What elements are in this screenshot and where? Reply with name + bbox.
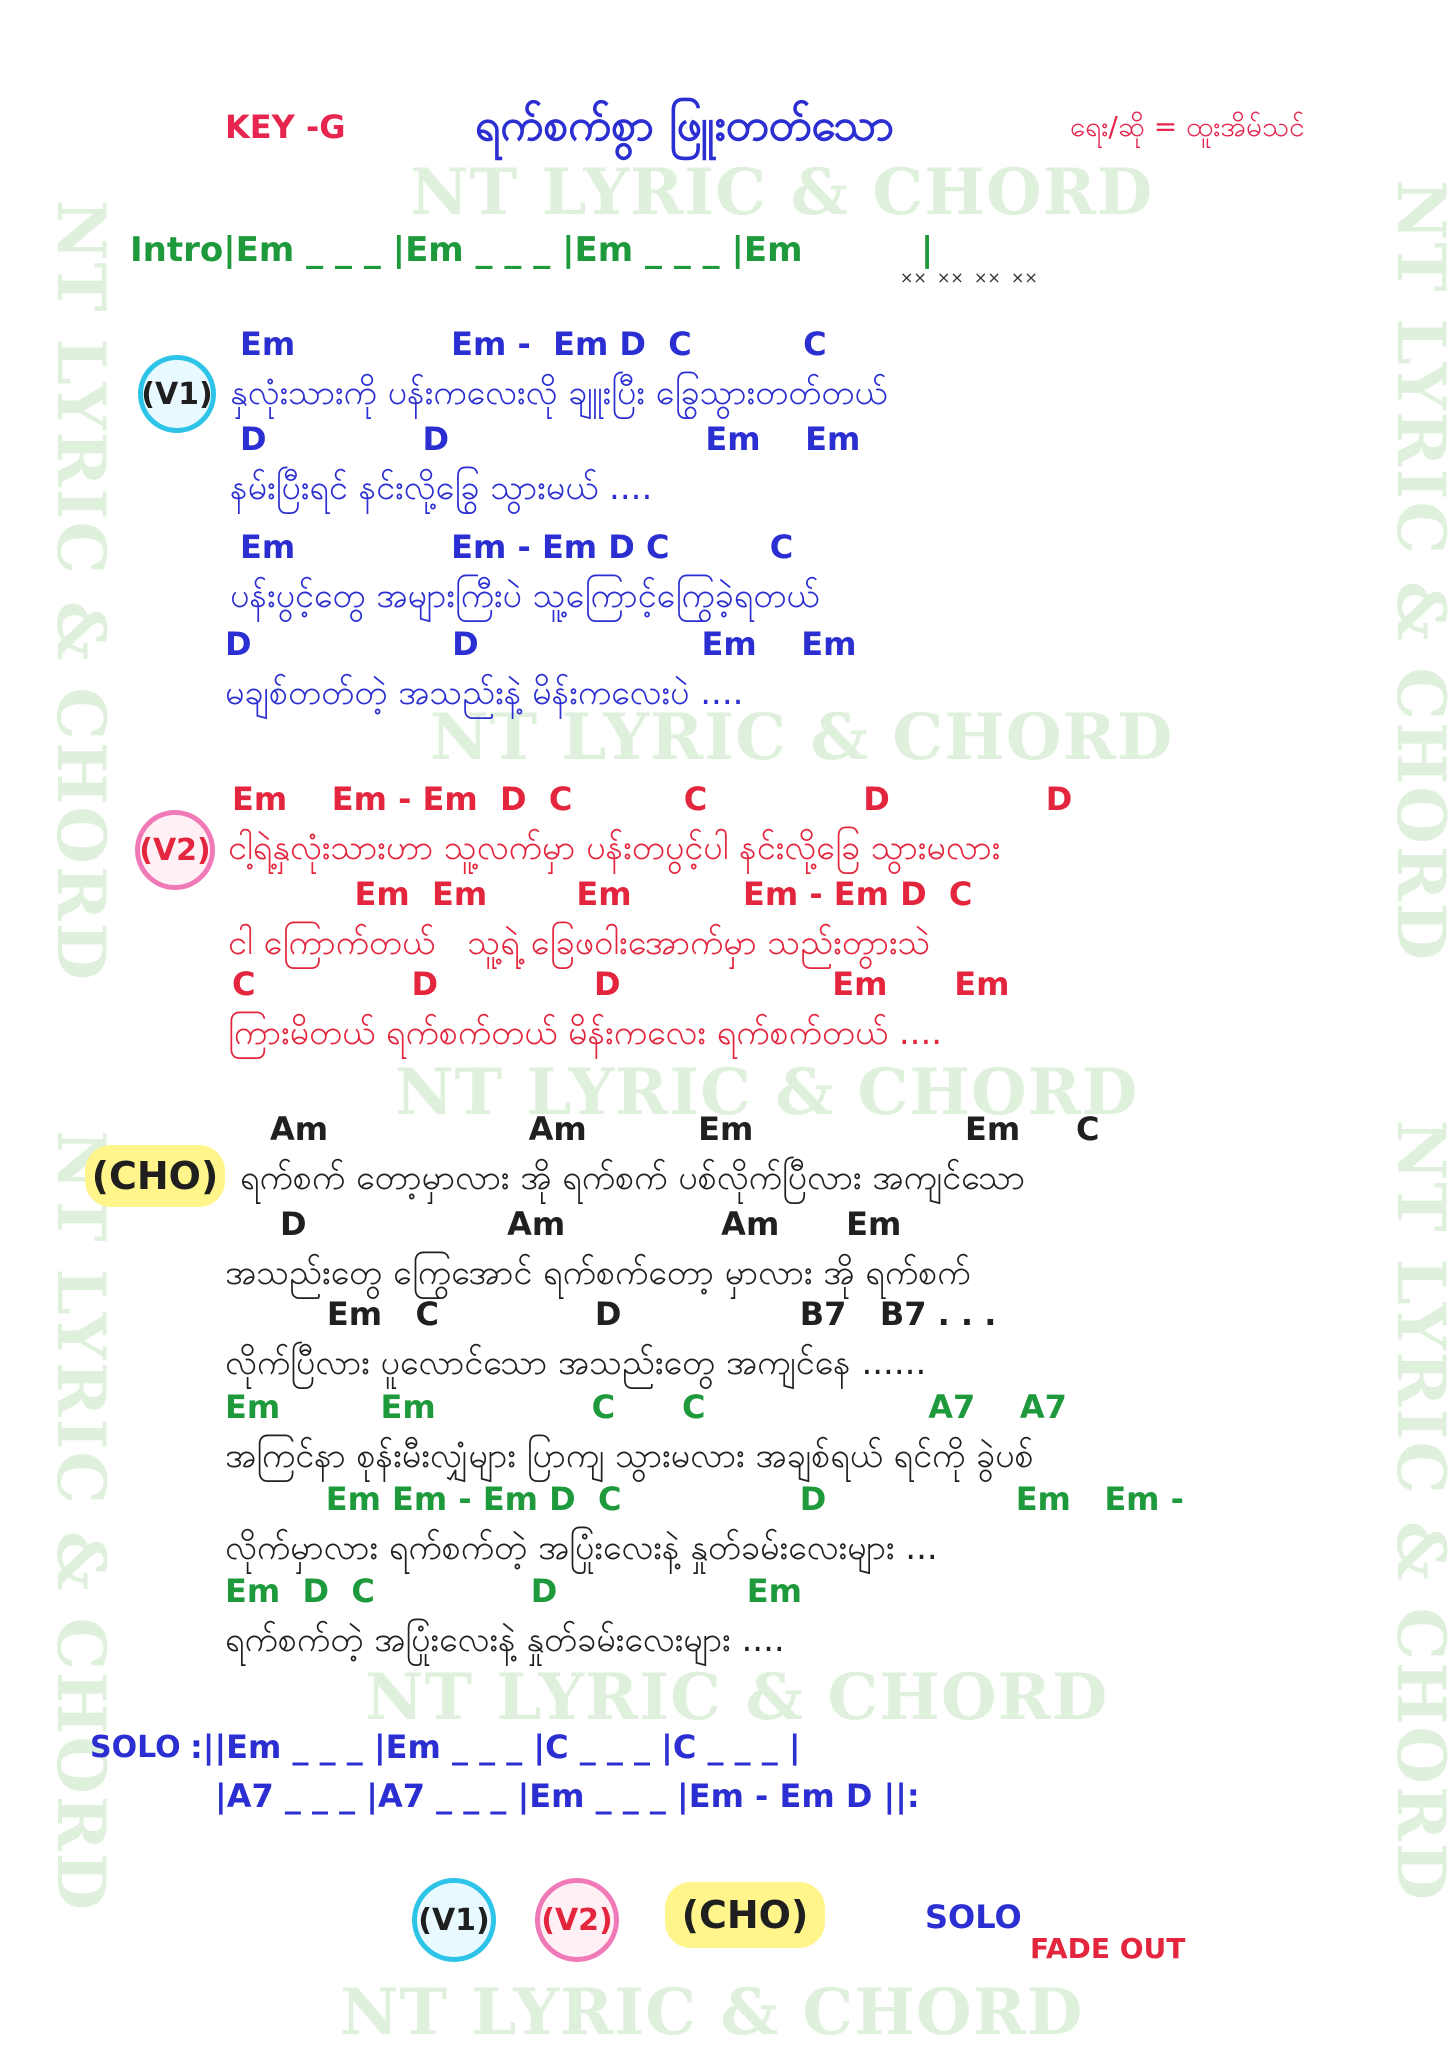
watermark-text: NT LYRIC & CHORD bbox=[410, 155, 1154, 230]
chord-line: Em D C D Em bbox=[225, 1572, 802, 1610]
lyric-line: မချစ်တတ်တဲ့ အသည်းနဲ့ မိန်းကလေးပဲ .... bbox=[225, 673, 744, 713]
chord-line: D D Em Em bbox=[225, 625, 857, 663]
watermark-text: NT LYRIC & CHORD bbox=[1382, 1120, 1448, 1902]
lyric-line: နှလုံးသားကို ပန်းကလေးလို ချူးပြီး ခြွေသွ… bbox=[230, 373, 888, 413]
order-v2-badge: (V2) bbox=[535, 1878, 619, 1962]
lyric-line: လိုက်မှာလား ရက်စက်တဲ့ အပြုံးလေးနဲ့ နှုတ်… bbox=[225, 1528, 938, 1568]
verse2-label: (V2) bbox=[139, 832, 211, 868]
lyric-line: လိုက်ပြီလား ပူလောင်သော အသည်းတွေ အကျင်နေ … bbox=[225, 1343, 927, 1383]
verse1-badge: (V1) bbox=[138, 355, 216, 433]
chord-line: Em Em C C A7 A7 bbox=[225, 1388, 1067, 1426]
lyric-line: ရက်စက် တော့မှာလား အို ရက်စက် ပစ်လိုက်ပြီ… bbox=[240, 1158, 1026, 1198]
chorus-label: (CHO) bbox=[91, 1154, 219, 1198]
watermark-text: NT LYRIC & CHORD bbox=[42, 200, 120, 982]
lyric-line: ရက်စက်တဲ့ အပြုံးလေးနဲ့ နှုတ်ခမ်းလေးများ … bbox=[225, 1620, 785, 1660]
chord-line: D D Em Em bbox=[240, 420, 861, 458]
watermark-text: NT LYRIC & CHORD bbox=[1382, 180, 1448, 962]
lyric-line: နမ်းပြီးရင် နင်းလို့ခြွေ သွားမယ် .... bbox=[230, 468, 653, 508]
order-v2-label: (V2) bbox=[541, 1902, 613, 1938]
lyric-line: ပန်းပွင့်တွေ အများကြီးပဲ သူ့ကြောင့်ကြွေခ… bbox=[230, 576, 820, 616]
lyric-line: ကြားမိတယ် ရက်စက်တယ် မိန်းကလေး ရက်စက်တယ် … bbox=[228, 1013, 943, 1053]
chord-line: D Am Am Em bbox=[280, 1205, 902, 1243]
solo-line: |A7 _ _ _ |A7 _ _ _ |Em _ _ _ |Em - Em D… bbox=[215, 1777, 920, 1815]
chord-line: Em Em - Em D C C bbox=[240, 528, 794, 566]
chord-line: Em C D B7 B7 . . . bbox=[260, 1295, 997, 1333]
order-cho-label: (CHO) bbox=[681, 1893, 809, 1937]
chord-line: C D D Em Em bbox=[232, 965, 1010, 1003]
solo-line: :||Em _ _ _ |Em _ _ _ |C _ _ _ |C _ _ _ … bbox=[190, 1728, 801, 1766]
chord-line: Em Em - Em D C D Em Em - bbox=[270, 1480, 1184, 1518]
chord-line: Em Em - Em D C C bbox=[240, 325, 827, 363]
order-v1-badge: (V1) bbox=[412, 1878, 496, 1962]
verse2-badge: (V2) bbox=[135, 810, 215, 890]
chorus-badge: (CHO) bbox=[85, 1145, 225, 1207]
order-v1-label: (V1) bbox=[418, 1902, 490, 1938]
solo-label: SOLO bbox=[90, 1730, 181, 1765]
order-solo-label: SOLO bbox=[925, 1898, 1022, 1936]
verse1-label: (V1) bbox=[141, 376, 213, 412]
lyric-line: ငါ ကြောက်တယ် သူ့ရဲ့ ခြေဖဝါးအောက်မှာ သည်း… bbox=[228, 923, 931, 963]
chord-line: Am Am Em Em C bbox=[270, 1110, 1100, 1148]
song-title: ရက်စက်စွာ ဖြူးတတ်သော bbox=[475, 100, 895, 151]
order-cho-badge: (CHO) bbox=[665, 1882, 825, 1948]
song-key: KEY -G bbox=[225, 108, 346, 146]
song-credit: ရေး/ဆို = ထူးအိမ်သင် bbox=[1070, 110, 1305, 143]
lyric-line: အကြင်နာ စုန်းမီးလျှံများ ပြာကျ သွားမလား … bbox=[225, 1436, 1034, 1476]
watermark-text: NT LYRIC & CHORD bbox=[340, 1975, 1084, 2050]
mute-marks: ×× ×× ×× ×× bbox=[900, 268, 1038, 287]
watermark-text: NT LYRIC & CHORD bbox=[42, 1130, 120, 1912]
lyric-line: ငါ့ရဲ့နှလုံးသားဟာ သူ့လက်မှာ ပန်းတပွင့်ပါ… bbox=[228, 828, 1001, 868]
chord-line: Em Em Em Em - Em D C bbox=[232, 875, 973, 913]
watermark-text: NT LYRIC & CHORD bbox=[365, 1660, 1109, 1735]
chord-line: Em Em - Em D C C D D bbox=[232, 780, 1073, 818]
fade-out-label: FADE OUT bbox=[1030, 1932, 1186, 1965]
intro-line: Intro|Em _ _ _ |Em _ _ _ |Em _ _ _ |Em | bbox=[130, 230, 934, 270]
lyric-line: အသည်းတွေ ကြွေအောင် ရက်စက်တော့ မှာလား အို… bbox=[225, 1253, 971, 1293]
